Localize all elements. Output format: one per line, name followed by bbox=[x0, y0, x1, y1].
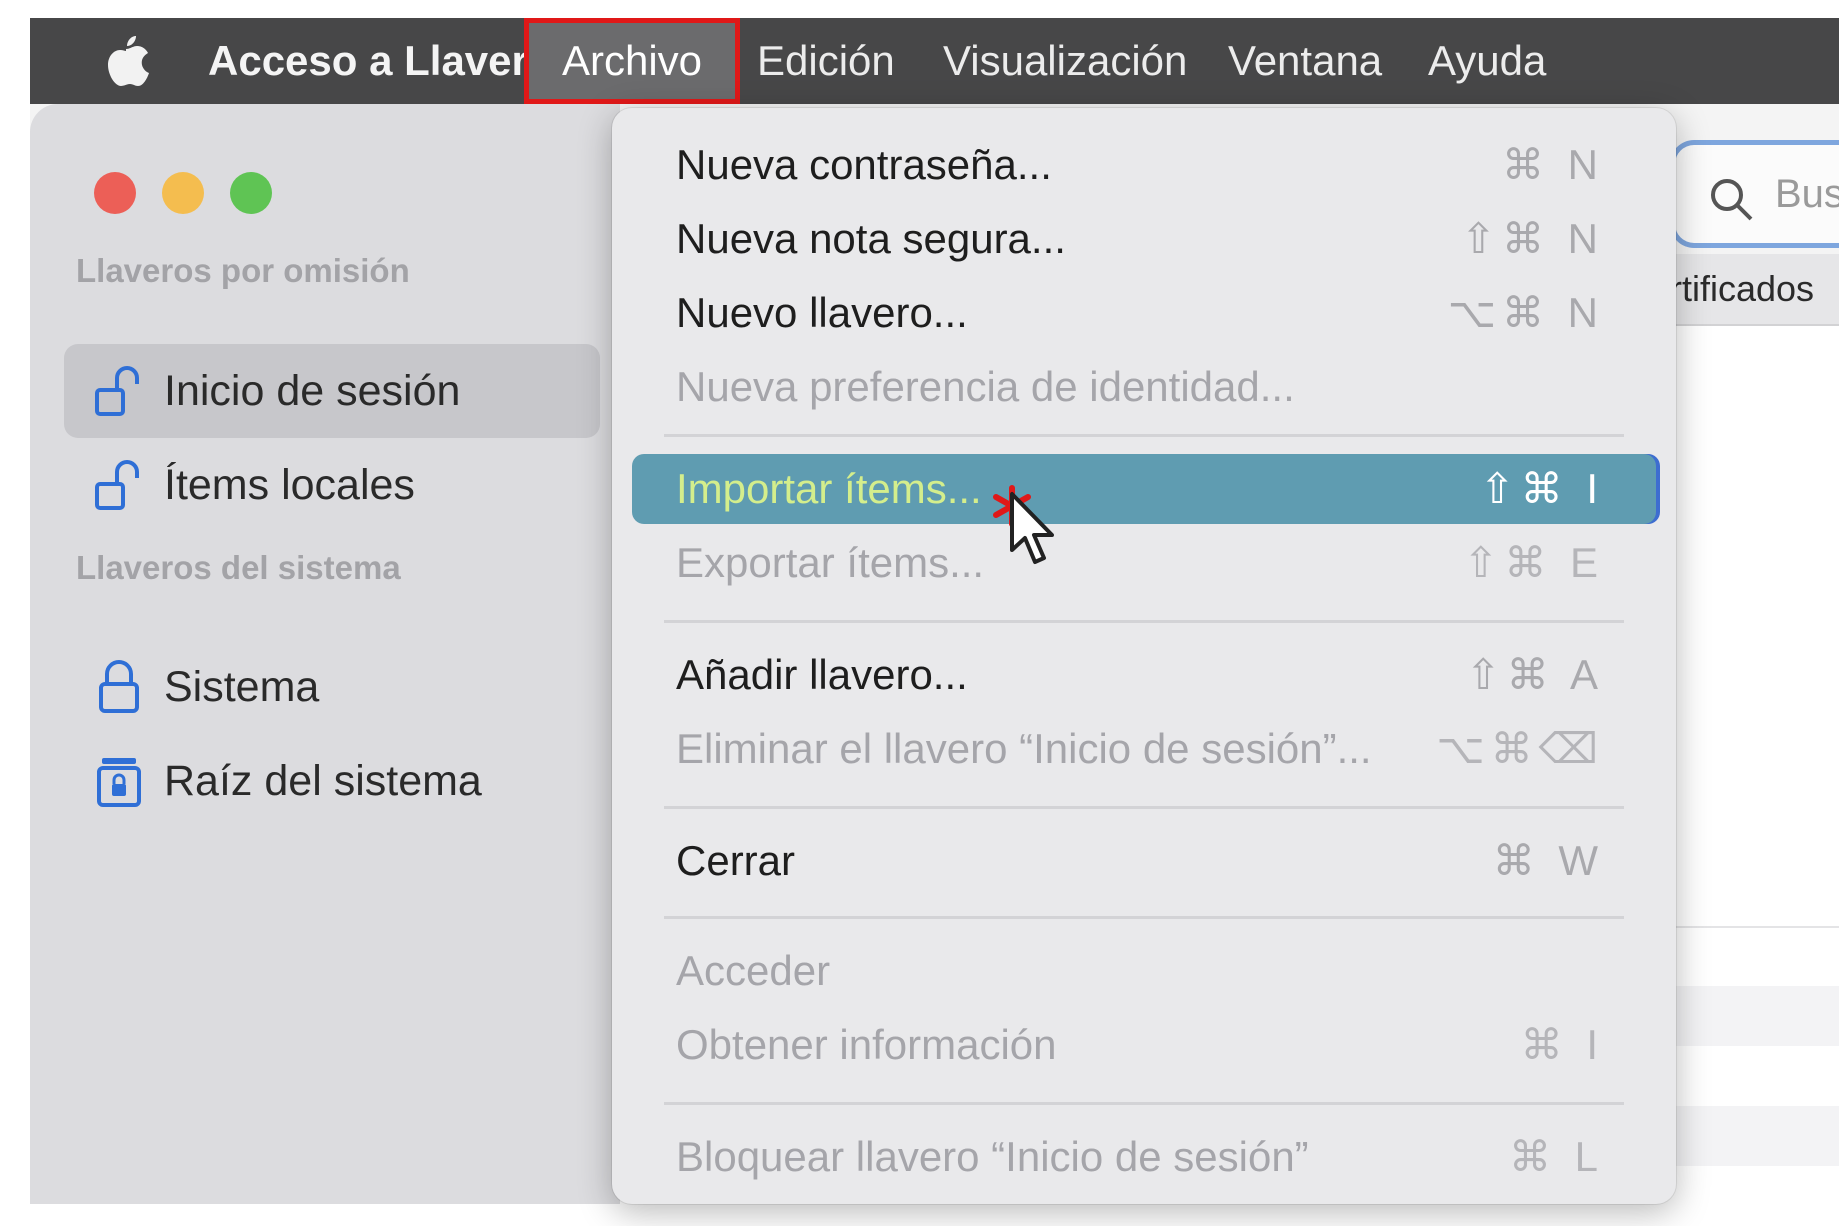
locked-padlock-icon bbox=[99, 660, 139, 713]
menu-item-nueva-contrasena[interactable]: Nueva contraseña... ⌘ N bbox=[632, 130, 1656, 200]
menu-item-shortcut: ⌥⌘ N bbox=[1447, 289, 1604, 336]
menu-item-label: Importar ítems... bbox=[676, 465, 982, 512]
tab-certificados[interactable]: rtificados bbox=[1670, 256, 1839, 322]
menu-item-label: Exportar ítems... bbox=[676, 539, 985, 586]
menu-item-label: Eliminar el llavero “Inicio de sesión”..… bbox=[676, 725, 1372, 772]
menu-visualizacion[interactable]: Visualización bbox=[943, 18, 1187, 104]
apple-logo-icon[interactable] bbox=[98, 32, 154, 92]
sidebar-item-label: Sistema bbox=[164, 663, 320, 711]
sidebar-item-inicio-de-sesion[interactable]: Inicio de sesión bbox=[64, 344, 600, 438]
menu-item-nueva-preferencia-identidad[interactable]: Nueva preferencia de identidad... bbox=[632, 352, 1656, 422]
sidebar: Llaveros por omisión Inicio de sesión Ít… bbox=[30, 104, 620, 1204]
menu-item-shortcut: ⇧⌘ N bbox=[1460, 215, 1604, 262]
minimize-window-button[interactable] bbox=[162, 172, 204, 214]
search-placeholder: Bus bbox=[1775, 172, 1839, 216]
sidebar-item-raiz-del-sistema[interactable]: Raíz del sistema bbox=[64, 734, 600, 828]
sidebar-section-system: Llaveros del sistema bbox=[76, 549, 401, 586]
menu-item-importar-items[interactable]: Importar ítems... ⇧⌘ I bbox=[632, 454, 1656, 524]
menu-item-label: Nueva nota segura... bbox=[676, 215, 1066, 262]
menu-item-label: Obtener información bbox=[676, 1021, 1057, 1068]
unlocked-padlock-icon bbox=[95, 460, 139, 510]
menu-item-shortcut: ⇧⌘ I bbox=[1479, 465, 1604, 512]
menu-item-shortcut: ⌘ I bbox=[1520, 1021, 1604, 1068]
mouse-pointer-icon bbox=[1010, 492, 1054, 564]
menu-item-label: Nueva contraseña... bbox=[676, 141, 1052, 188]
menu-item-label: Cerrar bbox=[676, 837, 796, 884]
sidebar-item-label: Ítems locales bbox=[164, 461, 415, 509]
menu-separator bbox=[664, 916, 1624, 919]
archivo-dropdown-menu: Nueva contraseña... ⌘ N Nueva nota segur… bbox=[612, 108, 1676, 1204]
menu-separator bbox=[664, 620, 1624, 623]
menu-app-name[interactable]: Acceso a Llaveros bbox=[208, 18, 577, 104]
sidebar-item-sistema[interactable]: Sistema bbox=[64, 640, 600, 734]
menu-archivo[interactable]: Archivo bbox=[524, 18, 740, 104]
search-field[interactable]: Bus bbox=[1670, 140, 1839, 248]
unlocked-padlock-icon bbox=[95, 366, 139, 416]
menu-item-label: Nueva preferencia de identidad... bbox=[676, 363, 1295, 410]
menu-item-nuevo-llavero[interactable]: Nuevo llavero... ⌥⌘ N bbox=[632, 278, 1656, 348]
menu-item-shortcut: ⌥⌘⌫ bbox=[1436, 725, 1604, 772]
menu-item-obtener-informacion[interactable]: Obtener información ⌘ I bbox=[632, 1010, 1656, 1080]
menu-item-anadir-llavero[interactable]: Añadir llavero... ⇧⌘ A bbox=[632, 640, 1656, 710]
menu-item-exportar-items[interactable]: Exportar ítems... ⇧⌘ E bbox=[632, 528, 1656, 598]
menu-ventana[interactable]: Ventana bbox=[1228, 18, 1382, 104]
menu-edicion[interactable]: Edición bbox=[757, 18, 895, 104]
menu-item-bloquear-llavero[interactable]: Bloquear llavero “Inicio de sesión” ⌘ L bbox=[632, 1122, 1656, 1192]
menu-item-cerrar[interactable]: Cerrar ⌘ W bbox=[632, 826, 1656, 896]
sidebar-item-items-locales[interactable]: Ítems locales bbox=[64, 438, 600, 532]
menu-item-shortcut: ⇧⌘ E bbox=[1463, 539, 1604, 586]
menu-separator bbox=[664, 1102, 1624, 1105]
sidebar-section-default: Llaveros por omisión bbox=[76, 252, 410, 289]
menu-item-shortcut: ⌘ W bbox=[1492, 837, 1604, 884]
menu-bar: Acceso a Llaveros Archivo Edición Visual… bbox=[30, 18, 1839, 104]
search-icon bbox=[1711, 179, 1753, 221]
sidebar-item-label: Inicio de sesión bbox=[164, 367, 461, 415]
zoom-window-button[interactable] bbox=[230, 172, 272, 214]
menu-item-nueva-nota-segura[interactable]: Nueva nota segura... ⇧⌘ N bbox=[632, 204, 1656, 274]
menu-item-label: Añadir llavero... bbox=[676, 651, 968, 698]
close-window-button[interactable] bbox=[94, 172, 136, 214]
menu-item-shortcut: ⇧⌘ A bbox=[1465, 651, 1604, 698]
menu-item-eliminar-llavero[interactable]: Eliminar el llavero “Inicio de sesión”..… bbox=[632, 714, 1656, 784]
menu-item-label: Bloquear llavero “Inicio de sesión” bbox=[676, 1133, 1309, 1180]
menu-item-shortcut: ⌘ N bbox=[1502, 141, 1604, 188]
sidebar-item-label: Raíz del sistema bbox=[164, 757, 482, 805]
menu-item-shortcut: ⌘ L bbox=[1508, 1133, 1604, 1180]
menu-separator bbox=[664, 806, 1624, 809]
system-root-lock-icon bbox=[97, 758, 141, 807]
menu-ayuda[interactable]: Ayuda bbox=[1428, 18, 1546, 104]
menu-separator bbox=[664, 434, 1624, 437]
menu-item-acceder[interactable]: Acceder bbox=[632, 936, 1656, 1006]
menu-item-label: Acceder bbox=[676, 947, 831, 994]
menu-item-label: Nuevo llavero... bbox=[676, 289, 968, 336]
